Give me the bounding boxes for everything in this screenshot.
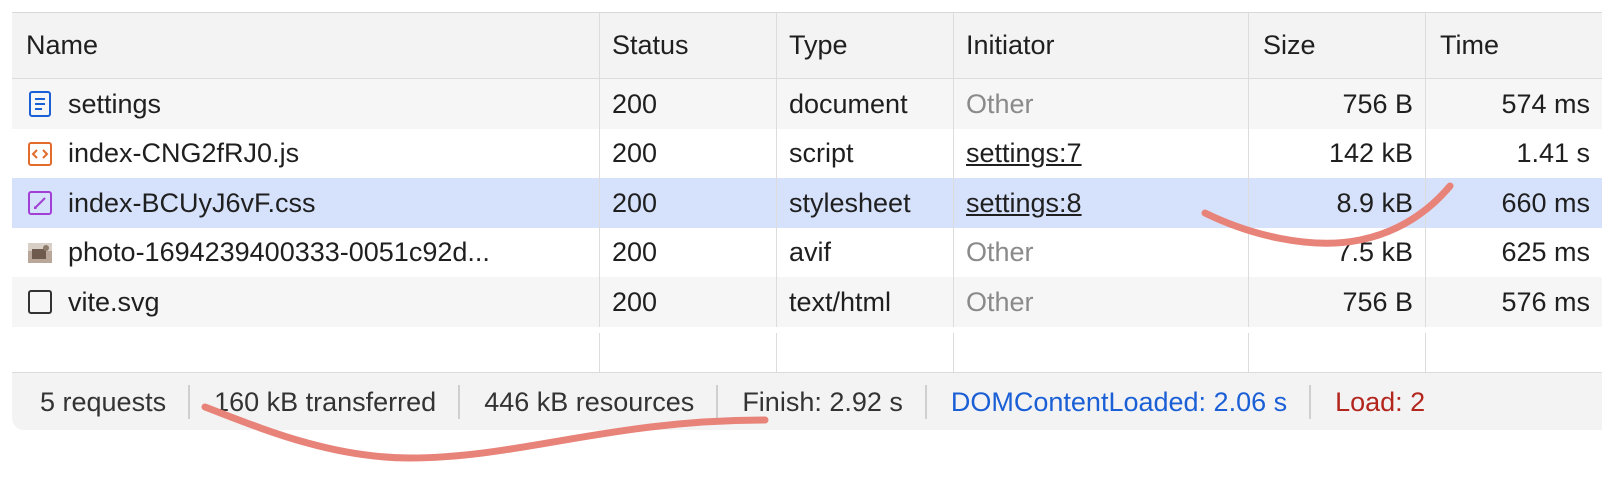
cell-time-text: 660 ms [1501, 187, 1590, 218]
cell-size-text: 756 B [1342, 286, 1413, 317]
cell-type: script [777, 128, 954, 179]
table-empty-area [12, 333, 1602, 373]
cell-time: 660 ms [1426, 178, 1602, 228]
cell-initiator-text[interactable]: settings:7 [966, 138, 1082, 169]
cell-name[interactable]: vite.svg [12, 277, 600, 327]
cell-initiator-text: Other [966, 286, 1034, 317]
table-row[interactable]: photo-1694239400333-0051c92d... 200 avif Ot… [12, 227, 1602, 278]
column-header-type[interactable]: Type [777, 13, 954, 78]
request-name: vite.svg [68, 286, 160, 317]
requests-table: Name Status Type Initiator Size Time set… [12, 13, 1602, 373]
cell-initiator-text: Other [966, 88, 1034, 119]
cell-type-text: script [789, 138, 854, 168]
cell-name[interactable]: index-BCUyJ6vF.css [12, 178, 600, 228]
cell-time: 576 ms [1426, 277, 1602, 327]
request-name: index-BCUyJ6vF.css [68, 187, 316, 218]
cell-status: 200 [600, 277, 777, 327]
cell-type-text: avif [789, 237, 832, 267]
request-name: index-CNG2fRJ0.js [68, 138, 300, 168]
dom-content-loaded-time: DOMContentLoaded: 2.06 s [927, 385, 1312, 419]
resources-size: 446 kB resources [460, 385, 719, 419]
cell-size: 756 B [1249, 79, 1426, 129]
cell-initiator-text: Other [966, 237, 1034, 267]
table-header: Name Status Type Initiator Size Time [12, 13, 1602, 79]
cell-type-text: text/html [789, 286, 892, 317]
cell-time: 1.41 s [1426, 129, 1602, 179]
cell-type: text/html [777, 277, 954, 327]
cell-status-text: 200 [612, 138, 658, 168]
cell-time: 625 ms [1426, 228, 1602, 278]
cell-initiator-text[interactable]: settings:8 [966, 188, 1082, 219]
column-header-size[interactable]: Size [1249, 13, 1426, 78]
cell-status: 200 [600, 227, 777, 278]
file-icon [26, 288, 54, 316]
cell-initiator: Other [954, 227, 1249, 278]
cell-type-text: stylesheet [789, 187, 911, 218]
load-time: Load: 2 [1335, 386, 1426, 417]
request-name: settings [68, 88, 162, 119]
cell-size: 142 kB [1249, 128, 1426, 179]
cell-type: stylesheet [777, 178, 954, 228]
cell-time-text: 576 ms [1501, 286, 1590, 317]
cell-type-text: document [789, 88, 908, 119]
requests-count: 5 requests [12, 385, 191, 419]
column-header-status[interactable]: Status [600, 13, 777, 78]
cell-size-text: 7.5 kB [1336, 237, 1413, 267]
cell-name[interactable]: index-CNG2fRJ0.js [12, 128, 600, 179]
cell-size: 756 B [1249, 277, 1426, 327]
script-icon [26, 140, 54, 168]
document-icon [26, 90, 54, 118]
network-panel: Name Status Type Initiator Size Time set… [12, 12, 1602, 430]
cell-status: 200 [600, 128, 777, 179]
image-thumbnail-icon [26, 239, 54, 267]
table-row[interactable]: index-CNG2fRJ0.js 200 script settings:7 142 … [12, 128, 1602, 179]
cell-status: 200 [600, 178, 777, 228]
column-header-time[interactable]: Time [1426, 13, 1602, 78]
cell-type: document [777, 79, 954, 129]
cell-initiator: settings:7 [954, 128, 1249, 179]
cell-time-text: 1.41 s [1516, 138, 1590, 168]
cell-status-text: 200 [612, 88, 658, 119]
cell-size: 7.5 kB [1249, 227, 1426, 278]
cell-name[interactable]: photo-1694239400333-0051c92d... [12, 227, 600, 278]
finish-time: Finish: 2.92 s [718, 385, 927, 419]
cell-status-text: 200 [612, 237, 658, 267]
cell-size-text: 8.9 kB [1336, 187, 1413, 218]
cell-status: 200 [600, 79, 777, 129]
cell-time-text: 574 ms [1501, 88, 1590, 119]
cell-size-text: 756 B [1342, 88, 1413, 119]
cell-time-text: 625 ms [1501, 237, 1590, 267]
table-row[interactable]: index-BCUyJ6vF.css 200 stylesheet settings:… [12, 178, 1602, 228]
request-name: photo-1694239400333-0051c92d... [68, 237, 490, 267]
cell-size: 8.9 kB [1249, 178, 1426, 228]
column-header-initiator[interactable]: Initiator [954, 13, 1249, 78]
table-row[interactable]: vite.svg 200 text/html Other 756 B 576 ms [12, 277, 1602, 327]
cell-status-text: 200 [612, 187, 658, 218]
summary-bar: 5 requests 160 kB transferred 446 kB res… [12, 373, 1602, 430]
cell-initiator: Other [954, 277, 1249, 327]
cell-initiator: settings:8 [954, 178, 1249, 228]
transferred-size: 160 kB transferred [190, 385, 461, 419]
cell-time: 574 ms [1426, 79, 1602, 129]
table-row[interactable]: settings 200 document Other 756 B 574 ms [12, 79, 1602, 129]
stylesheet-icon [26, 189, 54, 217]
cell-type: avif [777, 227, 954, 278]
cell-size-text: 142 kB [1328, 138, 1413, 168]
cell-name[interactable]: settings [12, 79, 600, 129]
column-header-name[interactable]: Name [12, 13, 600, 78]
cell-initiator: Other [954, 79, 1249, 129]
cell-status-text: 200 [612, 286, 658, 317]
